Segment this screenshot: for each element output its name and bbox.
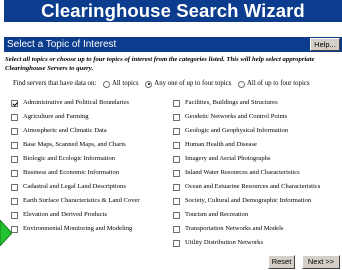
topic-item[interactable]: Facilities, Buildings and Structures (173, 97, 320, 109)
topic-item[interactable]: Human Health and Disease (173, 139, 320, 151)
topic-item[interactable]: Agriculture and Farming (11, 111, 140, 123)
arrow-right-icon-shape (0, 220, 12, 246)
topic-checkbox[interactable] (173, 169, 180, 177)
topic-checkbox[interactable] (173, 155, 180, 163)
topic-item[interactable]: Geologic and Geophysical Information (173, 125, 320, 137)
radio-all-of-four-label: All of up to four topics (247, 80, 310, 87)
topic-label: Utility Distribution Networks (185, 239, 264, 246)
radio-all-of-four[interactable] (238, 80, 246, 88)
topic-checkbox[interactable] (11, 113, 18, 121)
search-wizard-page: Clearinghouse Search Wizard Select a Top… (0, 0, 342, 270)
topic-list-right: Facilities, Buildings and Structures Geod… (173, 97, 320, 251)
topic-checkbox[interactable] (11, 127, 18, 135)
topic-label: Business and Economic Information (23, 169, 120, 176)
topic-checkbox[interactable] (173, 113, 180, 121)
topic-checkbox[interactable] (173, 211, 180, 219)
topic-item[interactable]: Inland Water Resources and Characteristi… (173, 167, 320, 179)
radio-any-topics-label: Any one of up to four topics (154, 80, 232, 87)
topic-label: Administrative and Political Boundaries (23, 99, 130, 106)
topic-label: Biologic and Ecologic Information (23, 155, 116, 162)
topic-label: Transportation Networks and Models (185, 225, 284, 232)
topic-item[interactable]: Utility Distribution Networks (173, 237, 320, 249)
next-button[interactable]: Next >> (302, 255, 340, 269)
topic-item[interactable]: Society, Cultural and Demographic Inform… (173, 195, 320, 207)
topic-checkbox[interactable] (11, 141, 18, 149)
topic-checkbox[interactable] (11, 99, 18, 107)
topic-checkbox[interactable] (173, 183, 180, 191)
topic-label: Base Maps, Scanned Maps, and Charts (23, 141, 126, 148)
topic-label: Ocean and Estuarine Resources and Charac… (185, 183, 321, 190)
topic-label: Tourism and Recreation (185, 211, 249, 218)
topic-checkbox[interactable] (11, 197, 18, 205)
topic-label: Facilities, Buildings and Structures (185, 99, 278, 106)
server-filter-row: Find servers that have data on: All topi… (13, 78, 310, 90)
topic-checkbox[interactable] (11, 183, 18, 191)
topic-checkbox[interactable] (173, 239, 180, 247)
topic-item[interactable]: Business and Economic Information (11, 167, 140, 179)
topic-item[interactable]: Cadastral and Legal Land Descriptions (11, 181, 140, 193)
topic-label: Cadastral and Legal Land Descriptions (23, 183, 126, 190)
topic-item[interactable]: Atmospheric and Climatic Data (11, 125, 140, 137)
topic-item[interactable]: Biologic and Ecologic Information (11, 153, 140, 165)
topic-label: Environmental Monitoring and Modeling (23, 225, 133, 232)
topic-label: Atmospheric and Climatic Data (23, 127, 107, 134)
topic-label: Geologic and Geophysical Information (185, 127, 289, 134)
topic-item[interactable]: Earth Surface Characteristics & Land Cov… (11, 195, 140, 207)
topic-checkbox[interactable] (11, 211, 18, 219)
topic-item[interactable]: Base Maps, Scanned Maps, and Charts (11, 139, 140, 151)
wizard-title: Clearinghouse Search Wizard (4, 0, 342, 22)
topic-label: Earth Surface Characteristics & Land Cov… (23, 197, 140, 204)
topic-checkbox[interactable] (173, 127, 180, 135)
topic-label: Elevation and Derived Products (23, 211, 108, 218)
topic-label: Society, Cultural and Demographic Inform… (185, 197, 312, 204)
topic-item[interactable]: Tourism and Recreation (173, 209, 320, 221)
topic-item[interactable]: Imagery and Aerial Photographs (173, 153, 320, 165)
arrow-right-icon (0, 220, 12, 246)
help-button[interactable]: Help... (310, 38, 340, 51)
topic-checkbox[interactable] (173, 225, 180, 233)
instructions-text: Select all topics or choose up to four t… (5, 56, 315, 72)
topic-item[interactable]: Environmental Monitoring and Modeling (11, 223, 140, 235)
topic-item[interactable]: Transportation Networks and Models (173, 223, 320, 235)
topic-checkbox[interactable] (173, 197, 180, 205)
topic-item[interactable]: Ocean and Estuarine Resources and Charac… (173, 181, 320, 193)
topic-checkbox[interactable] (11, 155, 18, 163)
topic-label: Geodetic Networks and Control Points (185, 113, 288, 120)
topic-checkbox[interactable] (11, 225, 18, 233)
topic-item[interactable]: Geodetic Networks and Control Points (173, 111, 320, 123)
topic-label: Inland Water Resources and Characteristi… (185, 169, 300, 176)
topic-list-left: Administrative and Political Boundaries A… (11, 97, 140, 237)
radio-any-topics[interactable] (145, 80, 153, 88)
server-filter-label: Find servers that have data on: (13, 80, 97, 87)
topic-checkbox[interactable] (11, 169, 18, 177)
topic-checkbox[interactable] (173, 99, 180, 107)
topic-item[interactable]: Elevation and Derived Products (11, 209, 140, 221)
topic-label: Imagery and Aerial Photographs (185, 155, 271, 162)
topic-label: Agriculture and Farming (23, 113, 89, 120)
radio-all-topics-label: All topics (111, 80, 139, 87)
section-title: Select a Topic of Interest (7, 39, 117, 50)
reset-button[interactable]: Reset (268, 255, 295, 269)
topic-label: Human Health and Disease (185, 141, 257, 148)
section-header-bar: Select a Topic of Interest Help... (4, 37, 342, 52)
topic-checkbox[interactable] (173, 141, 180, 149)
topic-item[interactable]: Administrative and Political Boundaries (11, 97, 140, 109)
radio-all-topics[interactable] (102, 80, 110, 88)
